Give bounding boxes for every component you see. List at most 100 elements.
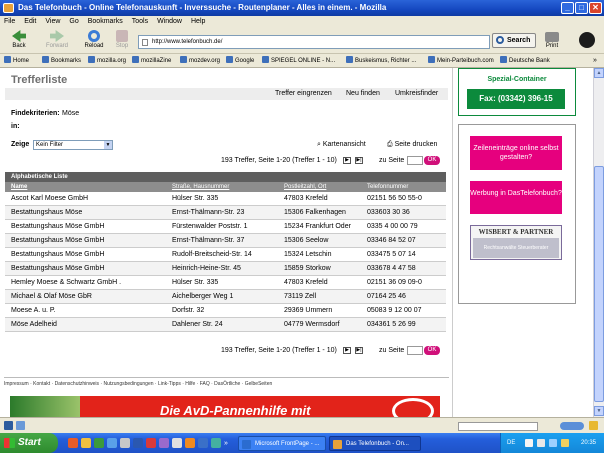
footer-links[interactable]: Impressum · Kontakt · Datenschutzhinweis… xyxy=(4,377,449,387)
maximize-button[interactable]: □ xyxy=(575,2,588,14)
goto-ok-button[interactable]: OK xyxy=(424,156,440,165)
spezial-container-ad[interactable]: Spezial-Container Fax: (03342) 396-15 xyxy=(458,68,576,116)
task-telefonbuch[interactable]: Das Telefonbuch - On... xyxy=(329,436,421,451)
cell-name[interactable]: Michael & Olaf Möse GbR xyxy=(11,290,92,303)
radius-search-link[interactable]: Umkreisfinder xyxy=(395,88,438,100)
table-row[interactable]: Möse Adelheid Dahlener Str. 24 04779 Werms… xyxy=(5,318,446,332)
cell-zip-city: 15306 Seelow xyxy=(284,237,329,244)
start-button[interactable]: Start xyxy=(0,433,58,453)
new-search-link[interactable]: Neu finden xyxy=(346,88,380,100)
quicklaunch-icon[interactable] xyxy=(172,438,182,448)
table-row[interactable]: Bestattungshaus Möse GmbH Rudolf-Breitsch… xyxy=(5,248,446,262)
goto-page-input[interactable] xyxy=(407,156,423,165)
menu-edit[interactable]: Edit xyxy=(24,16,36,28)
scrollbar-thumb[interactable] xyxy=(594,166,604,402)
quicklaunch-overflow-chevron-icon[interactable]: » xyxy=(224,440,228,447)
search-button[interactable]: Search xyxy=(492,33,536,48)
quicklaunch-icon[interactable] xyxy=(198,438,208,448)
language-indicator[interactable]: DE xyxy=(507,433,515,453)
bookmark-bookmarks[interactable]: Bookmarks xyxy=(42,54,81,67)
print-page-link[interactable]: ⎙ Seite drucken xyxy=(387,141,437,149)
goto-ok-button[interactable]: OK xyxy=(424,346,440,355)
cell-name[interactable]: Moese A. u. P. xyxy=(11,304,56,317)
cell-name[interactable]: Möse Adelheid xyxy=(11,318,57,331)
reload-button[interactable]: Reload xyxy=(82,30,106,49)
map-view-link[interactable]: ⌕ Kartenansicht xyxy=(317,141,366,149)
scroll-down-arrow-icon[interactable]: ▼ xyxy=(594,406,604,416)
quicklaunch-icon[interactable] xyxy=(133,438,143,448)
bookmark-google[interactable]: Google xyxy=(226,54,254,67)
cell-name[interactable]: Hemley Moese & Schwartz GmbH . xyxy=(11,276,121,289)
filter-select[interactable]: Kein Filter ▼ xyxy=(33,140,113,150)
cell-name[interactable]: Bestattungshaus Möse GmbH xyxy=(11,220,104,233)
quicklaunch-icon[interactable] xyxy=(159,438,169,448)
avd-banner-ad[interactable]: Die AvD-Pannenhilfe mit xyxy=(10,396,440,417)
ad-wisbert-partner[interactable]: WISBERT & PARTNER Rechtsanwälte Steuerbe… xyxy=(470,225,562,260)
table-row[interactable]: Michael & Olaf Möse GbR Aichelberger Weg … xyxy=(5,290,446,304)
scroll-up-arrow-icon[interactable]: ▲ xyxy=(594,68,604,78)
minimize-button[interactable]: _ xyxy=(561,2,574,14)
quicklaunch-icon[interactable] xyxy=(146,438,156,448)
cell-name[interactable]: Bestattungshaus Möse xyxy=(11,206,82,219)
table-row[interactable]: Bestattungshaus Möse Ernst-Thälmann-Str. … xyxy=(5,206,446,220)
back-button[interactable]: Back xyxy=(6,30,32,49)
url-input[interactable]: http://www.telefonbuch.de/ xyxy=(138,35,490,49)
menu-help[interactable]: Help xyxy=(191,16,205,28)
quicklaunch-icon[interactable] xyxy=(107,438,117,448)
col-street[interactable]: Straße, Hausnummer xyxy=(172,182,229,192)
col-name[interactable]: Name xyxy=(11,182,27,192)
table-row[interactable]: Bestattungshaus Möse GmbH Heinrich-Heine-… xyxy=(5,262,446,276)
goto-page-input[interactable] xyxy=(407,346,423,355)
cell-name[interactable]: Ascot Karl Moese GmbH xyxy=(11,192,88,205)
last-page-icon[interactable]: ▶| xyxy=(355,347,363,354)
quicklaunch-icon[interactable] xyxy=(81,438,91,448)
next-page-icon[interactable]: ▶ xyxy=(343,157,351,164)
cell-name[interactable]: Bestattungshaus Möse GmbH xyxy=(11,248,104,261)
bookmark-mein-parteibuch[interactable]: Mein-Parteibuch.com xyxy=(428,54,494,67)
menu-bookmarks[interactable]: Bookmarks xyxy=(88,16,123,28)
bookmark-deutsche-bank[interactable]: Deutsche Bank xyxy=(500,54,550,67)
bookmark-mozdev[interactable]: mozdev.org xyxy=(180,54,220,67)
quicklaunch-icon[interactable] xyxy=(120,438,130,448)
table-row[interactable]: Moese A. u. P. Dorfstr. 32 29369 Ummern 050… xyxy=(5,304,446,318)
forward-button[interactable]: Forward xyxy=(42,30,72,49)
task-frontpage[interactable]: Microsoft FrontPage - ... xyxy=(238,436,326,451)
bookmark-spiegel[interactable]: SPIEGEL ONLINE - N... xyxy=(262,54,335,67)
bookmarks-overflow-chevron-icon[interactable]: » xyxy=(593,54,597,67)
menu-tools[interactable]: Tools xyxy=(132,16,148,28)
table-row[interactable]: Hemley Moese & Schwartz GmbH . Hülser Str… xyxy=(5,276,446,290)
quicklaunch-icon[interactable] xyxy=(68,438,78,448)
cell-name[interactable]: Bestattungshaus Möse GmbH xyxy=(11,234,104,247)
col-zip-city[interactable]: Postleitzahl, Ort xyxy=(284,182,326,192)
mozilla-throbber[interactable] xyxy=(578,32,596,49)
tray-icon[interactable] xyxy=(561,439,569,447)
print-button[interactable]: Print xyxy=(541,30,563,49)
close-button[interactable]: ✕ xyxy=(589,2,602,14)
quicklaunch-icon[interactable] xyxy=(185,438,195,448)
tray-icon[interactable] xyxy=(525,439,533,447)
bookmark-buskeismus[interactable]: Buskeismus, Richter ... xyxy=(346,54,416,67)
menu-window[interactable]: Window xyxy=(157,16,182,28)
quicklaunch-icon[interactable] xyxy=(211,438,221,448)
cell-name[interactable]: Bestattungshaus Möse GmbH xyxy=(11,262,104,275)
stop-button[interactable]: Stop xyxy=(112,30,132,49)
quicklaunch-icon[interactable] xyxy=(94,438,104,448)
menu-view[interactable]: View xyxy=(45,16,60,28)
window-title-bar[interactable]: Das Telefonbuch - Online Telefonauskunft… xyxy=(0,0,604,16)
tray-icon[interactable] xyxy=(537,439,545,447)
bookmark-mozillazine[interactable]: mozillaZine xyxy=(132,54,171,67)
table-row[interactable]: Bestattungshaus Möse GmbH Ernst-Thälmann-… xyxy=(5,234,446,248)
last-page-icon[interactable]: ▶| xyxy=(355,157,363,164)
ad-werbung[interactable]: Werbung in DasTelefonbuch? xyxy=(470,181,562,214)
menu-go[interactable]: Go xyxy=(69,16,78,28)
cell-street: Aichelberger Weg 1 xyxy=(172,293,234,300)
bookmark-home[interactable]: Home xyxy=(4,54,29,67)
refine-results-link[interactable]: Treffer eingrenzen xyxy=(275,88,332,100)
ad-zeileneintraege[interactable]: Zeileneinträge online selbst gestalten? xyxy=(470,136,562,170)
next-page-icon[interactable]: ▶ xyxy=(343,347,351,354)
bookmark-mozilla-org[interactable]: mozilla.org xyxy=(88,54,126,67)
table-row[interactable]: Bestattungshaus Möse GmbH Fürstenwalder P… xyxy=(5,220,446,234)
menu-file[interactable]: File xyxy=(4,16,15,28)
tray-icon[interactable] xyxy=(549,439,557,447)
table-row[interactable]: Ascot Karl Moese GmbH Hülser Str. 335 4780… xyxy=(5,192,446,206)
